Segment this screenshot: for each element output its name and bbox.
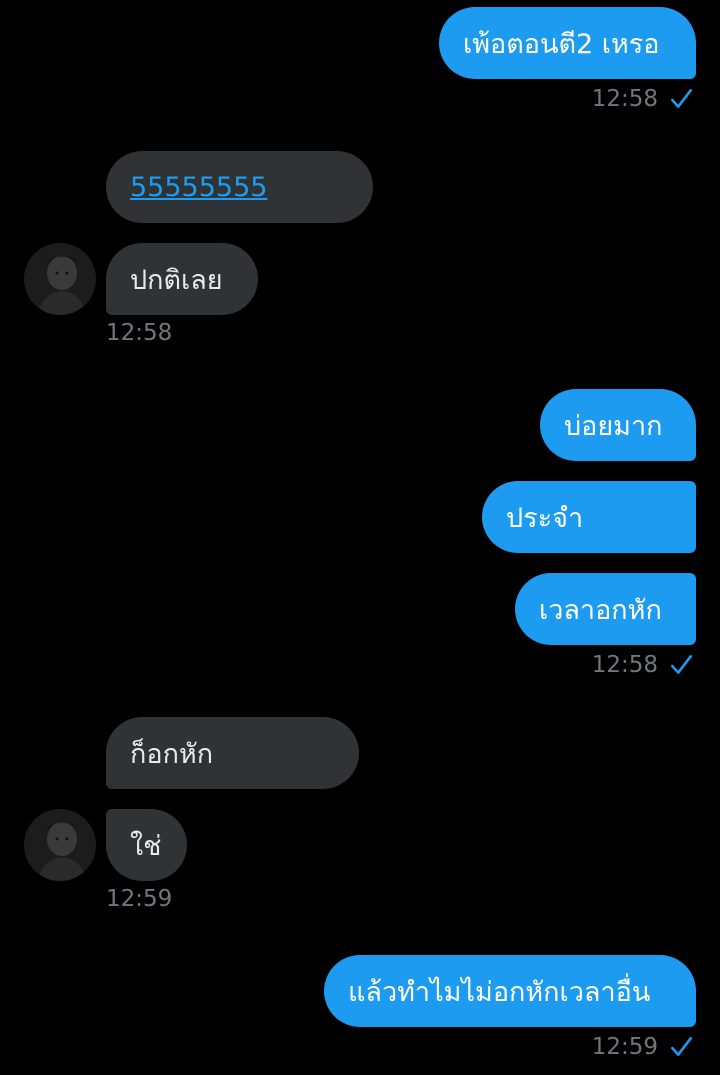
message-meta: 12:58 [592, 652, 694, 678]
message-text: เพ้อตอนตี2 เหรอ [463, 28, 660, 60]
incoming-message[interactable]: ปกติเลย [106, 243, 258, 315]
incoming-message[interactable]: 55555555 [106, 151, 373, 223]
message-text: แล้วทำไมไม่อกหักเวลาอื่น [348, 976, 651, 1008]
contact-avatar[interactable] [24, 243, 96, 315]
outgoing-message[interactable]: เพ้อตอนตี2 เหรอ [439, 7, 696, 79]
timestamp: 12:58 [591, 652, 658, 678]
timestamp: 12:59 [106, 886, 173, 912]
message-meta: 12:58 [592, 86, 694, 112]
outgoing-message[interactable]: ประจำ [482, 481, 696, 553]
outgoing-message[interactable]: บ่อยมาก [540, 389, 696, 461]
checkmark-icon [671, 89, 693, 108]
timestamp: 12:59 [591, 1034, 658, 1060]
checkmark-icon [671, 1037, 693, 1056]
message-meta: 12:59 [592, 1034, 694, 1060]
message-text: ปกติเลย [130, 264, 223, 296]
outgoing-message[interactable]: เวลาอกหัก [515, 573, 696, 645]
incoming-message[interactable]: ใช่ [106, 809, 187, 881]
timestamp: 12:58 [106, 320, 173, 346]
checkmark-icon [671, 655, 693, 674]
incoming-message[interactable]: ก็อกหัก [106, 717, 359, 789]
outgoing-message[interactable]: แล้วทำไมไม่อกหักเวลาอื่น [324, 955, 696, 1027]
message-text: ก็อกหัก [130, 738, 214, 770]
timestamp: 12:58 [591, 86, 658, 112]
message-text: เวลาอกหัก [539, 594, 662, 626]
contact-avatar[interactable] [24, 809, 96, 881]
avatar-image [24, 243, 96, 315]
message-text: บ่อยมาก [564, 410, 663, 442]
message-link[interactable]: 55555555 [130, 172, 267, 203]
message-text: ประจำ [506, 502, 584, 534]
message-text: ใช่ [130, 830, 162, 862]
avatar-image [24, 809, 96, 881]
